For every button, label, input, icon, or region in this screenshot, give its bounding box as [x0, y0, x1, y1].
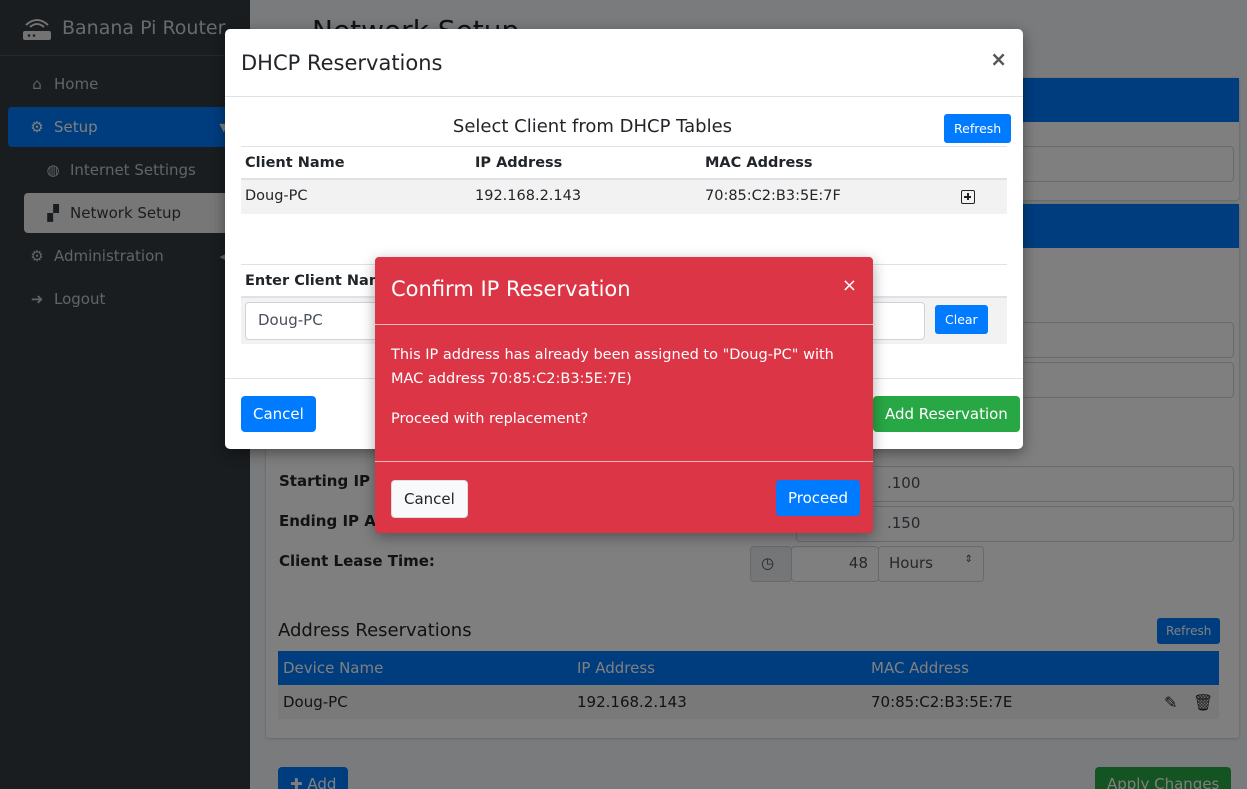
dhcp-client-table: Client Name IP Address MAC Address Doug-… — [241, 146, 1007, 214]
ip-cell: 192.168.2.143 — [475, 188, 582, 204]
refresh-button[interactable]: Refresh — [944, 114, 1012, 143]
modal-header: DHCP Reservations × — [225, 29, 1023, 97]
column-header: MAC Address — [705, 155, 813, 171]
cancel-button[interactable]: Cancel — [241, 396, 316, 432]
section-title: Select Client from DHCP Tables — [452, 116, 733, 137]
clear-button[interactable]: Clear — [935, 305, 988, 334]
column-header: IP Address — [475, 155, 563, 171]
client-name-cell: Doug-PC — [245, 188, 308, 204]
modal-header: Confirm IP Reservation × — [375, 257, 873, 325]
plus-square-icon[interactable] — [961, 190, 975, 204]
table-row[interactable]: Doug-PC 192.168.2.143 70:85:C2:B3:5E:7F — [241, 180, 1007, 214]
cancel-button[interactable]: Cancel — [391, 480, 468, 518]
modal-title: DHCP Reservations — [241, 50, 443, 75]
confirm-reservation-modal: Confirm IP Reservation × This IP address… — [375, 257, 873, 533]
modal-body: This IP address has already been assigne… — [375, 325, 873, 462]
enter-client-name-label: Enter Client Name — [245, 273, 394, 289]
modal-title: Confirm IP Reservation — [391, 277, 631, 301]
confirm-message: This IP address has already been assigne… — [391, 347, 834, 387]
confirm-question: Proceed with replacement? — [391, 411, 589, 427]
mac-cell: 70:85:C2:B3:5E:7F — [705, 188, 841, 204]
column-header: Client Name — [245, 155, 345, 171]
table-header: Client Name IP Address MAC Address — [241, 146, 1007, 180]
proceed-button[interactable]: Proceed — [776, 480, 861, 516]
close-icon[interactable]: × — [990, 47, 1007, 71]
add-reservation-button[interactable]: Add Reservation — [873, 396, 1020, 432]
close-icon[interactable]: × — [842, 275, 857, 296]
